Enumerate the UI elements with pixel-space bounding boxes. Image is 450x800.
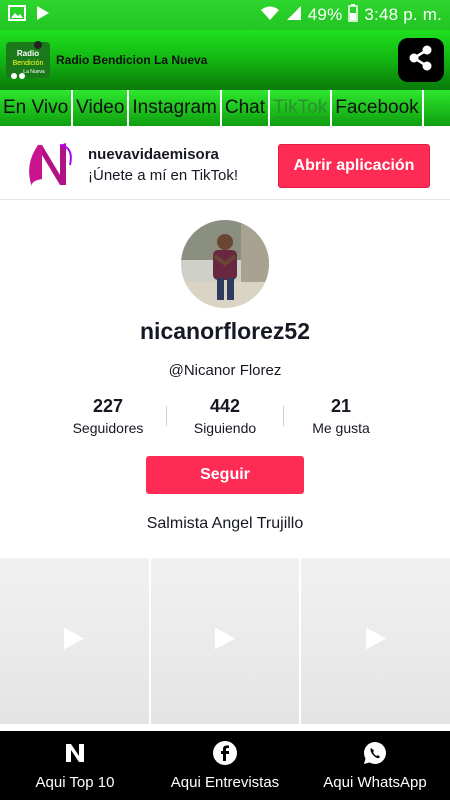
whatsapp-icon xyxy=(363,741,387,774)
profile-username: nicanorflorez52 xyxy=(140,318,310,344)
image-icon xyxy=(8,4,26,26)
wifi-icon xyxy=(260,5,280,26)
tab-video[interactable]: Video xyxy=(73,90,130,126)
account-logo xyxy=(20,134,80,195)
stat-likes[interactable]: 21 Me gusta xyxy=(286,396,396,436)
stat-followers[interactable]: 227 Seguidores xyxy=(53,396,163,436)
stat-divider xyxy=(166,406,167,426)
tab-instagram[interactable]: Instagram xyxy=(129,90,222,126)
nav-top10[interactable]: Aqui Top 10 xyxy=(0,731,150,800)
tab-chat[interactable]: Chat xyxy=(222,90,271,126)
tab-en-vivo[interactable]: En Vivo xyxy=(0,90,74,126)
bottom-nav: Aqui Top 10 Aqui Entrevistas Aqui WhatsA… xyxy=(0,731,450,800)
nav-whatsapp-label: Aqui WhatsApp xyxy=(323,773,427,791)
nav-entrevistas-label: Aqui Entrevistas xyxy=(170,773,280,791)
video-thumbnail[interactable] xyxy=(0,558,149,724)
video-thumbnail[interactable] xyxy=(150,558,300,724)
n-logo-icon xyxy=(63,741,87,774)
signal-icon xyxy=(286,5,302,26)
play-icon xyxy=(213,626,237,657)
nav-top10-label: Aqui Top 10 xyxy=(35,773,115,791)
battery-percent: 49% xyxy=(307,5,343,24)
promo-tagline: ¡Únete a mí en TikTok! xyxy=(88,166,239,184)
video-grid xyxy=(0,558,450,724)
battery-icon xyxy=(348,3,359,27)
tab-tiktok[interactable]: TikTok xyxy=(270,90,333,126)
share-icon xyxy=(407,44,435,77)
stat-divider xyxy=(283,406,284,426)
radio-logo: Radio Bendición La Nueva xyxy=(4,36,52,84)
nav-whatsapp[interactable]: Aqui WhatsApp xyxy=(300,731,450,800)
share-button[interactable] xyxy=(398,38,444,82)
app-title: Radio Bendicion La Nueva xyxy=(56,53,208,67)
follow-button[interactable]: Seguir xyxy=(146,456,304,494)
stat-likes-value: 21 xyxy=(330,396,352,416)
nav-entrevistas[interactable]: Aqui Entrevistas xyxy=(150,731,300,800)
stat-followers-label: Seguidores xyxy=(72,420,144,436)
app-header: Radio Bendición La Nueva Radio Bendicion… xyxy=(0,30,450,90)
clock: 3:48 p. m. xyxy=(364,5,442,24)
profile-bio: Salmista Angel Trujillo xyxy=(146,515,304,532)
tab-facebook[interactable]: Facebook xyxy=(332,90,424,126)
tiktok-promo-banner: nuevavidaemisora ¡Únete a mí en TikTok! … xyxy=(0,130,450,200)
play-icon xyxy=(36,5,50,26)
stat-likes-label: Me gusta xyxy=(312,420,370,436)
tab-strip: En Vivo Video Instagram Chat TikTok Face… xyxy=(0,90,450,126)
svg-text:La Nueva: La Nueva xyxy=(23,69,45,75)
profile-stats: 227 Seguidores 442 Siguiendo 21 Me gusta xyxy=(0,396,450,442)
avatar xyxy=(181,220,269,308)
svg-text:Radio: Radio xyxy=(17,49,39,58)
stat-following[interactable]: 442 Siguiendo xyxy=(170,396,280,436)
play-icon xyxy=(364,626,388,657)
video-thumbnail[interactable] xyxy=(301,558,450,724)
stat-following-value: 442 xyxy=(209,396,241,416)
stat-followers-value: 227 xyxy=(92,396,124,416)
stat-following-label: Siguiendo xyxy=(193,420,257,436)
status-bar: 49% 3:48 p. m. xyxy=(0,0,450,30)
profile-handle: @Nicanor Florez xyxy=(168,362,282,379)
facebook-icon xyxy=(213,740,237,774)
account-name: nuevavidaemisora xyxy=(88,145,219,163)
svg-text:Bendición: Bendición xyxy=(13,60,44,67)
open-app-button[interactable]: Abrir aplicación xyxy=(278,144,430,188)
play-icon xyxy=(62,626,86,657)
